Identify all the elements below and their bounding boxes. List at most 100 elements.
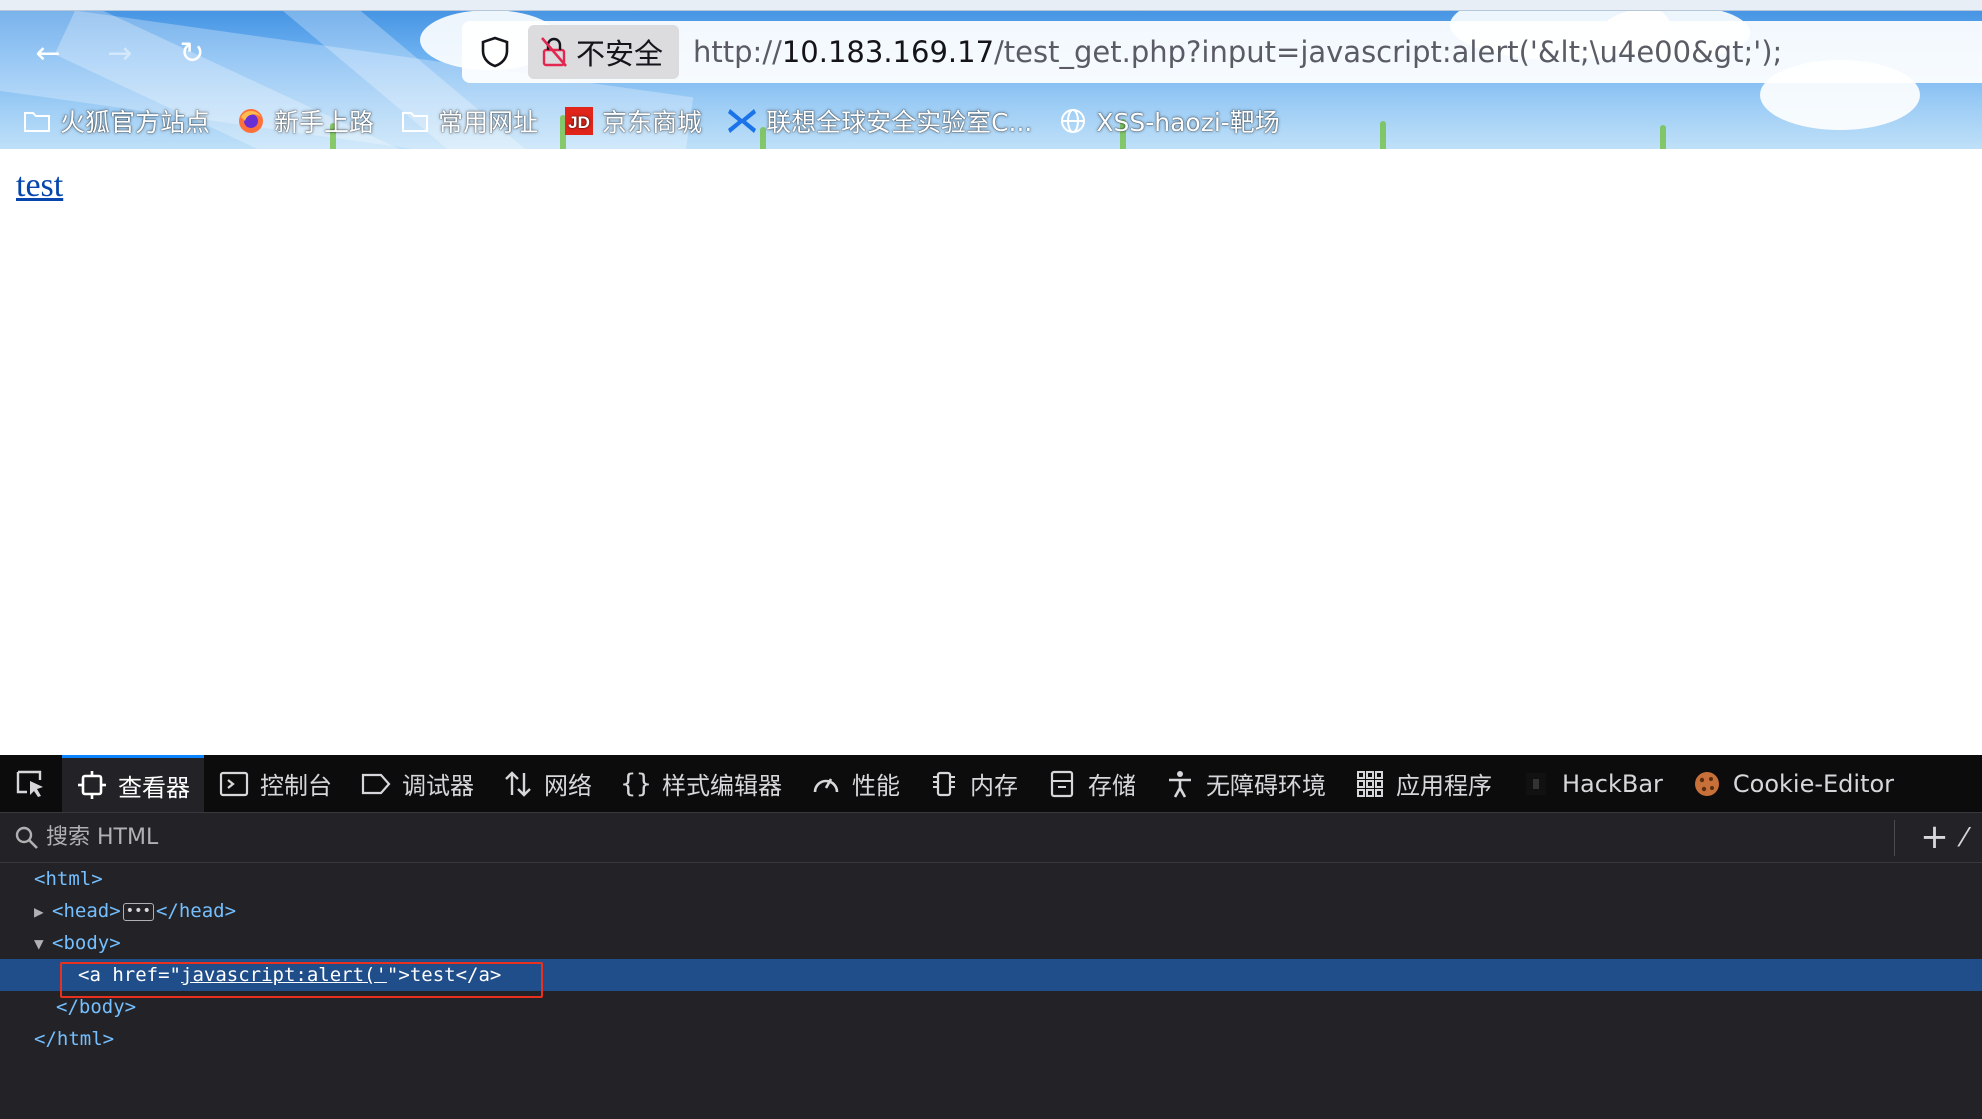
forward-button[interactable]: → xyxy=(100,33,140,73)
tab-application[interactable]: 应用程序 xyxy=(1340,755,1506,812)
folder-icon xyxy=(400,106,430,136)
test-link[interactable]: test xyxy=(16,167,63,205)
bookmark-item[interactable]: 火狐官方站点 xyxy=(22,103,210,139)
connection-insecure-badge[interactable]: 不安全 xyxy=(528,25,680,79)
element-picker-icon xyxy=(16,770,43,797)
tree-node-body-close[interactable]: </body> xyxy=(0,991,1982,1023)
network-icon xyxy=(502,768,534,800)
expand-triangle-icon[interactable]: ▶ xyxy=(34,896,52,928)
bookmark-item[interactable]: 新手上路 xyxy=(236,103,374,139)
url-path: /test_get.php?input=javascript:alert('&l… xyxy=(994,35,1783,69)
theme-grass xyxy=(1380,121,1386,149)
element-picker-button[interactable] xyxy=(0,755,62,812)
reload-icon: ↻ xyxy=(179,35,205,71)
jd-icon: JD xyxy=(564,106,594,136)
tab-label: 存储 xyxy=(1088,772,1136,800)
inspector-icon xyxy=(76,769,108,801)
url-scheme: http:// xyxy=(693,35,782,69)
cookie-icon xyxy=(1691,768,1723,800)
tree-node-anchor[interactable]: <a href="javascript:alert('">test</a> xyxy=(0,959,1982,998)
bookmark-item[interactable]: XSS-haozi-靶场 xyxy=(1058,103,1280,139)
memory-icon xyxy=(928,768,960,800)
hackbar-icon xyxy=(1520,768,1552,800)
tab-console[interactable]: 控制台 xyxy=(204,755,346,812)
search-icon xyxy=(15,826,38,849)
tab-inspector[interactable]: 查看器 xyxy=(62,755,204,812)
bookmark-label: 新手上路 xyxy=(274,108,375,137)
bookmark-label: 京东商城 xyxy=(602,108,703,137)
devtools-panel: 查看器 控制台 调试器 网络 {} 样式编辑器 性能 内存 存储 无障碍环境 应… xyxy=(0,755,1982,1119)
url-text[interactable]: http://10.183.169.17/test_get.php?input=… xyxy=(693,35,1782,69)
bookmark-item[interactable]: JD 京东商城 xyxy=(564,103,702,139)
lenovo-icon xyxy=(728,106,758,136)
performance-icon xyxy=(810,768,842,800)
style-editor-icon: {} xyxy=(620,768,652,799)
tab-label: 网络 xyxy=(544,772,592,800)
html-search-bar: + ⁄ xyxy=(0,813,1982,863)
tag-text: <html> xyxy=(34,868,103,890)
tracking-protection-button[interactable] xyxy=(476,33,514,71)
tag-text: </head> xyxy=(155,900,237,922)
tab-accessibility[interactable]: 无障碍环境 xyxy=(1150,755,1340,812)
forward-arrow-icon: → xyxy=(107,35,133,71)
insecure-lock-icon xyxy=(541,37,567,67)
tab-label: 查看器 xyxy=(118,773,190,802)
tag-text: <head> xyxy=(52,900,121,922)
debugger-icon xyxy=(360,768,392,800)
bookmark-label: 联想全球安全实验室C... xyxy=(766,108,1033,137)
storage-icon xyxy=(1046,768,1078,800)
tab-label: 调试器 xyxy=(402,772,474,800)
shield-icon xyxy=(481,36,509,68)
collapse-triangle-icon[interactable]: ▼ xyxy=(34,928,52,960)
bookmark-label: XSS-haozi-靶场 xyxy=(1096,108,1280,137)
tab-storage[interactable]: 存储 xyxy=(1032,755,1150,812)
tab-label: Cookie-Editor xyxy=(1732,769,1895,798)
tree-node-html-close[interactable]: </html> xyxy=(0,1023,1982,1055)
tab-style-editor[interactable]: {} 样式编辑器 xyxy=(606,755,796,812)
url-host: 10.183.169.17 xyxy=(781,35,995,69)
add-node-button[interactable]: + xyxy=(1894,820,1954,856)
tab-label: 应用程序 xyxy=(1396,772,1492,800)
bookmark-item[interactable]: 联想全球安全实验室C... xyxy=(728,103,1032,139)
tab-label: 样式编辑器 xyxy=(662,772,782,800)
tree-node-head[interactable]: ▶ <head> ••• </head> xyxy=(0,895,1982,927)
theme-grass xyxy=(1660,125,1666,149)
tab-label: 控制台 xyxy=(260,772,332,800)
page-viewport: test xyxy=(0,149,1982,755)
tab-strip-edge xyxy=(0,0,1982,11)
tab-debugger[interactable]: 调试器 xyxy=(346,755,488,812)
console-icon xyxy=(218,768,250,800)
tree-node-html[interactable]: <html> xyxy=(0,863,1982,895)
reload-button[interactable]: ↻ xyxy=(172,33,212,73)
tab-hackbar[interactable]: HackBar xyxy=(1506,755,1677,812)
tab-label: 内存 xyxy=(970,772,1018,800)
eyedropper-icon[interactable]: ⁄ xyxy=(1962,823,1966,853)
bookmark-item[interactable]: 常用网址 xyxy=(400,103,538,139)
folder-icon xyxy=(22,106,52,136)
firefox-icon xyxy=(236,106,266,136)
globe-icon xyxy=(1058,106,1088,136)
tab-performance[interactable]: 性能 xyxy=(796,755,914,812)
tab-memory[interactable]: 内存 xyxy=(914,755,1032,812)
insecure-label: 不安全 xyxy=(576,37,664,71)
collapsed-ellipsis-icon[interactable]: ••• xyxy=(122,902,154,921)
browser-toolbar: ← → ↻ 不安全 http://10.183.169.17/test_get.… xyxy=(0,0,1982,149)
application-icon xyxy=(1354,768,1386,800)
tab-network[interactable]: 网络 xyxy=(488,755,606,812)
devtools-tabbar: 查看器 控制台 调试器 网络 {} 样式编辑器 性能 内存 存储 无障碍环境 应… xyxy=(0,755,1982,813)
tab-label: HackBar xyxy=(1562,769,1663,798)
accessibility-icon xyxy=(1164,768,1196,800)
tab-label: 性能 xyxy=(852,772,900,800)
bookmarks-toolbar: 火狐官方站点 新手上路 常用网址 JD 京东商城 联想全球安全实验室C... X… xyxy=(22,100,1280,142)
tag-text: </body> xyxy=(56,996,137,1018)
back-arrow-icon: ← xyxy=(35,35,61,71)
tab-label: 无障碍环境 xyxy=(1206,772,1326,800)
url-bar[interactable]: 不安全 http://10.183.169.17/test_get.php?in… xyxy=(462,21,1982,83)
bookmark-label: 火狐官方站点 xyxy=(60,108,211,137)
tree-node-body[interactable]: ▼ <body> xyxy=(0,927,1982,959)
tag-text: </html> xyxy=(34,1028,115,1050)
back-button[interactable]: ← xyxy=(28,33,68,73)
html-search-input[interactable] xyxy=(46,825,1846,850)
tab-cookie-editor[interactable]: Cookie-Editor xyxy=(1677,755,1908,812)
bookmark-label: 常用网址 xyxy=(438,108,539,137)
